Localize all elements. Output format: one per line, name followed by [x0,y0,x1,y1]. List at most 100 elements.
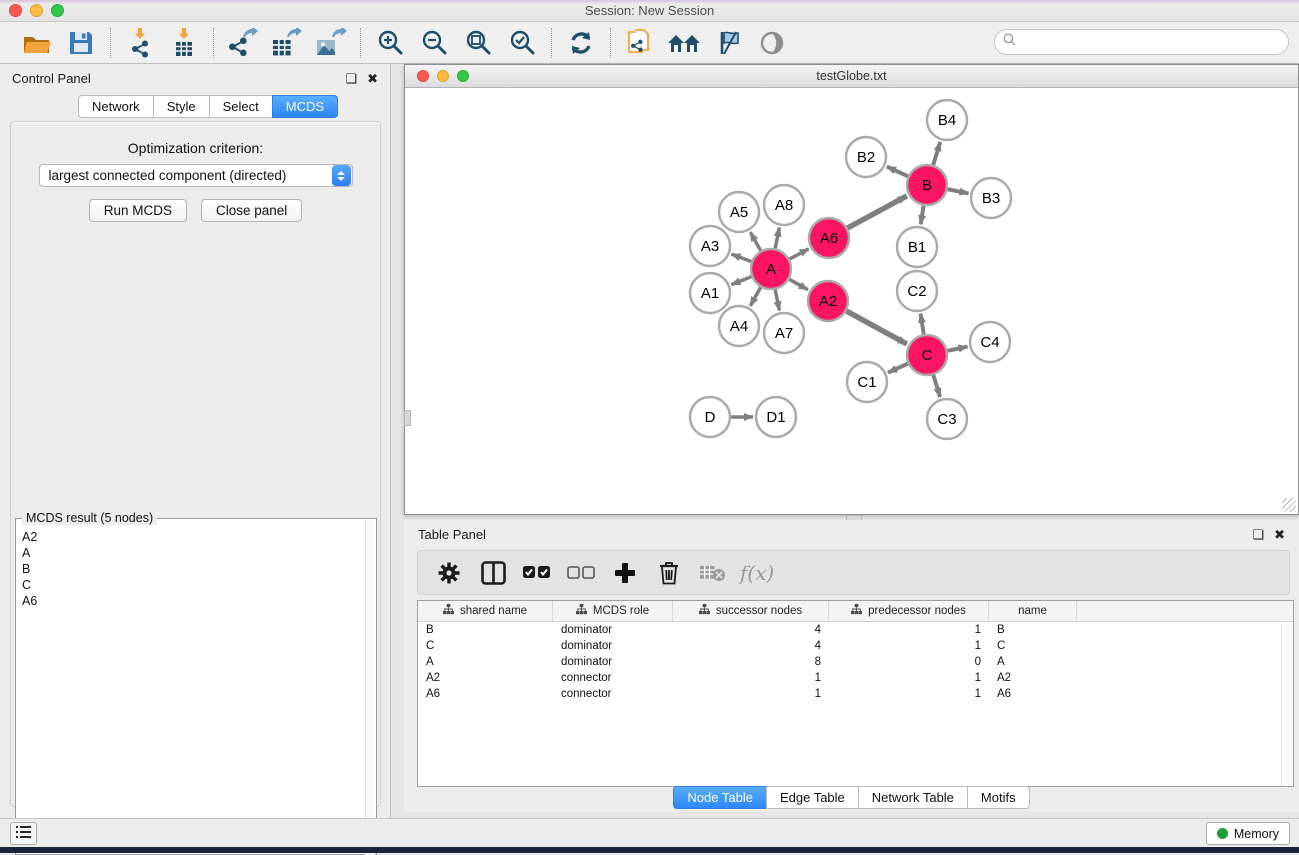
close-panel-icon[interactable]: ✖ [367,72,378,85]
edge-A-A3[interactable] [732,254,753,262]
table-row[interactable]: Bdominator41B [418,622,1293,638]
node-A5[interactable]: A5 [719,192,759,232]
table-scrollbar[interactable] [1281,623,1292,787]
close-window-button[interactable] [9,4,22,17]
column-header-predecessor-nodes[interactable]: predecessor nodes [829,601,989,621]
edge-A-A8[interactable] [775,228,779,250]
result-scrollbar[interactable] [365,520,375,855]
show-columns-icon[interactable] [478,558,508,588]
float-panel-icon[interactable]: ❏ [1252,528,1264,541]
edge-A6-B[interactable] [847,196,907,229]
node-B4[interactable]: B4 [927,100,967,140]
tab-style[interactable]: Style [153,95,209,118]
run-mcds-button[interactable]: Run MCDS [89,199,187,222]
float-panel-icon[interactable]: ❏ [345,72,357,85]
node-B3[interactable]: B3 [971,178,1011,218]
tab-network[interactable]: Network [78,95,153,118]
node-A3[interactable]: A3 [690,226,730,266]
deselect-all-rows-icon[interactable] [566,558,596,588]
edge-B-B3[interactable] [947,189,969,193]
result-list-item[interactable]: C [22,577,370,593]
table-row[interactable]: A6connector11A6 [418,686,1293,702]
edge-A-A5[interactable] [750,232,761,252]
column-header-successor-nodes[interactable]: successor nodes [673,601,829,621]
clone-network-icon[interactable] [621,26,659,60]
import-table-icon[interactable] [165,26,203,60]
refresh-layout-icon[interactable] [562,26,600,60]
table-row[interactable]: Adominator80A [418,654,1293,670]
node-A2[interactable]: A2 [808,281,848,321]
column-header-shared-name[interactable]: shared name [418,601,553,621]
edge-B-B2[interactable] [887,167,909,177]
show-hide-details-icon[interactable] [709,26,747,60]
zoom-window-button[interactable] [51,4,64,17]
delete-column-icon[interactable] [654,558,684,588]
network-canvas[interactable]: B4B2BB3A5A8A6A3B1AA1C2A2A4A7C4CC1DD1C3 [405,88,1298,514]
search-input[interactable] [1021,32,1288,52]
result-list-item[interactable]: A6 [22,593,370,609]
edge-A-A2[interactable] [788,279,808,290]
zoom-selected-icon[interactable] [503,26,541,60]
edge-A-A1[interactable] [731,276,752,284]
search-box[interactable] [994,29,1289,55]
close-panel-button[interactable]: Close panel [201,199,302,222]
tab-mcds[interactable]: MCDS [272,95,338,118]
node-A4[interactable]: A4 [719,306,759,346]
memory-button[interactable]: Memory [1206,822,1290,845]
zoom-fit-icon[interactable] [459,26,497,60]
first-neighbors-icon[interactable] [665,26,703,60]
network-zoom-button[interactable] [457,70,469,82]
tab-node-table[interactable]: Node Table [673,786,766,809]
node-C2[interactable]: C2 [897,271,937,311]
add-column-icon[interactable] [610,558,640,588]
minimize-window-button[interactable] [30,4,43,17]
node-B[interactable]: B [907,165,947,205]
edge-C-C1[interactable] [888,363,909,372]
task-history-button[interactable] [10,822,37,845]
export-image-icon[interactable] [312,26,350,60]
import-network-icon[interactable] [121,26,159,60]
criterion-dropdown[interactable]: largest connected component (directed) [39,164,353,187]
select-all-rows-icon[interactable] [522,558,552,588]
network-minimize-button[interactable] [437,70,449,82]
splitter-handle-vertical[interactable] [404,410,411,426]
zoom-in-icon[interactable] [371,26,409,60]
table-row[interactable]: A2connector11A2 [418,670,1293,686]
node-C3[interactable]: C3 [927,399,967,439]
edge-B-B4[interactable] [933,142,940,166]
export-network-icon[interactable] [224,26,262,60]
node-A6[interactable]: A6 [809,218,849,258]
column-header-name[interactable]: name [989,601,1077,621]
save-session-icon[interactable] [62,26,100,60]
network-window-titlebar[interactable]: testGlobe.txt [405,65,1298,88]
node-A1[interactable]: A1 [690,273,730,313]
edge-A-A6[interactable] [789,249,809,260]
close-panel-icon[interactable]: ✖ [1274,528,1285,541]
node-A7[interactable]: A7 [764,313,804,353]
export-table-icon[interactable] [268,26,306,60]
network-close-button[interactable] [417,70,429,82]
zoom-out-icon[interactable] [415,26,453,60]
open-file-icon[interactable] [18,26,56,60]
tab-select[interactable]: Select [209,95,272,118]
edge-A2-C[interactable] [846,311,907,344]
column-header-MCDS-role[interactable]: MCDS role [553,601,673,621]
tab-edge-table[interactable]: Edge Table [766,786,858,809]
window-resize-grip[interactable] [1282,498,1296,512]
result-list-item[interactable]: B [22,561,370,577]
tab-network-table[interactable]: Network Table [858,786,967,809]
bird-eye-view-icon[interactable] [753,26,791,60]
node-D[interactable]: D [690,397,730,437]
node-C1[interactable]: C1 [847,362,887,402]
node-A8[interactable]: A8 [764,185,804,225]
edge-C-C3[interactable] [933,374,940,397]
table-row[interactable]: Cdominator41C [418,638,1293,654]
node-C[interactable]: C [907,335,947,375]
edge-A-A7[interactable] [775,289,779,311]
edge-B-B1[interactable] [921,205,924,225]
edge-C-C4[interactable] [947,347,968,351]
column-settings-gear-icon[interactable] [434,558,464,588]
tab-motifs[interactable]: Motifs [967,786,1030,809]
node-C4[interactable]: C4 [970,322,1010,362]
node-A[interactable]: A [751,249,791,289]
